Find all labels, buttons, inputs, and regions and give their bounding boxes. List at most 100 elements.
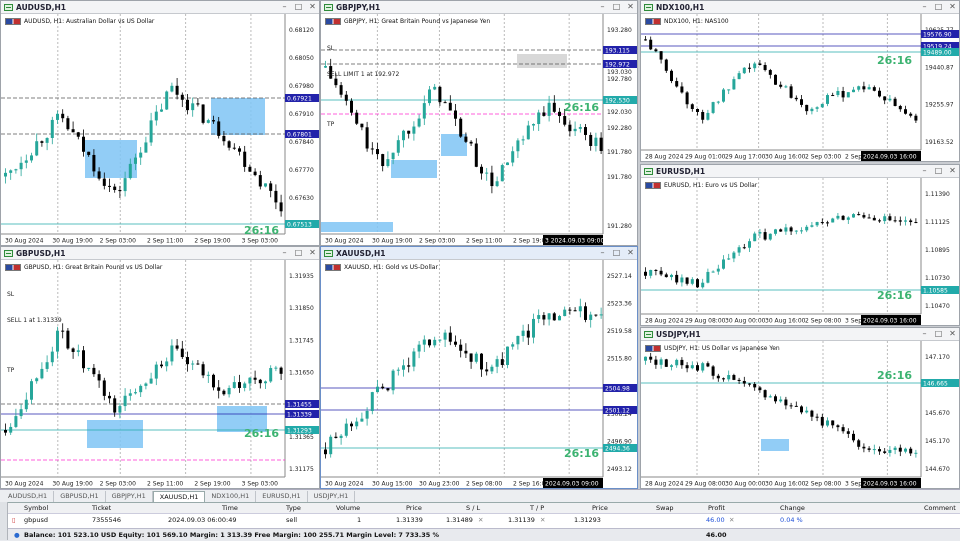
time-tick: 29 Aug 08:00 [685, 318, 726, 325]
chart-window-gbpjpy[interactable]: GBPJPY,H1 – □ ✕ 193.280 192.780 192.280 191.7… [320, 0, 638, 246]
close-icon[interactable]: ✕ [948, 329, 957, 339]
chart-tab[interactable]: USDJPY,H1 [308, 491, 356, 502]
candle-body [794, 230, 798, 232]
chart-plot[interactable]: 193.280 192.780 192.280 191.780 191.280 193.1… [321, 14, 637, 245]
candle-body [279, 202, 283, 212]
chart-plot[interactable]: 19625.7719440.8719255.9719163.5219576.90… [641, 14, 959, 161]
titlebar[interactable]: GBPJPY,H1 – □ ✕ [321, 1, 637, 14]
candle-body [386, 388, 390, 391]
chart-window-xauusd[interactable]: XAUUSD,H1 – □ ✕ 2527.14 2523.36 2519.58 2515.… [320, 246, 638, 489]
titlebar[interactable]: NDX100,H1 – □ ✕ [641, 1, 959, 14]
chart-window-usdjpy[interactable]: USDJPY,H1 –□✕ 147.170146.170145.670145.1… [640, 327, 960, 489]
titlebar[interactable]: GBPUSD,H1 – □ ✕ [1, 247, 319, 260]
candle-body [711, 271, 715, 273]
titlebar[interactable]: XAUUSD,H1 – □ ✕ [321, 247, 637, 260]
column-header[interactable]: Swap [656, 503, 674, 514]
chart-icon [644, 330, 653, 338]
minimize-icon[interactable]: – [920, 329, 929, 339]
minimize-icon[interactable]: – [280, 248, 289, 258]
candle-body [758, 387, 762, 391]
table-row[interactable]: ▯ gbpusd 7355546 2024.09.03 06:00:49 sel… [0, 515, 960, 526]
minimize-icon[interactable]: – [280, 2, 289, 12]
column-header[interactable]: Symbol [24, 503, 48, 514]
maximize-icon[interactable]: □ [934, 2, 943, 12]
candle-body [904, 448, 907, 452]
column-header[interactable]: Price [592, 503, 608, 514]
price-tick: 1.31745 [289, 337, 314, 344]
chart-tab[interactable]: GBPJPY,H1 [106, 491, 153, 502]
candle-body [448, 332, 452, 342]
minimize-icon[interactable]: – [598, 2, 607, 12]
price-tick: 0.67840 [289, 139, 314, 146]
chart-window-gbpusd[interactable]: GBPUSD,H1 – □ ✕ 1.31935 1.31850 1.31745 1.316… [0, 246, 320, 489]
column-header[interactable]: Type [286, 503, 301, 514]
remove-tp-icon[interactable]: ✕ [540, 515, 545, 526]
column-header[interactable]: Change [780, 503, 805, 514]
candle-body [232, 147, 236, 149]
titlebar[interactable]: USDJPY,H1 – □ ✕ [641, 328, 959, 341]
candle-body [846, 217, 850, 220]
close-icon[interactable]: ✕ [948, 166, 957, 176]
remove-sl-icon[interactable]: ✕ [478, 515, 483, 526]
close-icon[interactable]: ✕ [626, 248, 635, 258]
column-header[interactable]: Comment [924, 503, 956, 514]
close-icon[interactable]: ✕ [948, 2, 957, 12]
maximize-icon[interactable]: □ [294, 2, 303, 12]
chart-tab[interactable]: XAUUSD,H1 [152, 491, 206, 502]
close-icon[interactable]: ✕ [308, 2, 317, 12]
titlebar[interactable]: AUDUSD,H1 – □ ✕ [1, 1, 319, 14]
close-icon[interactable]: ✕ [308, 248, 317, 258]
candle-body [526, 125, 530, 140]
column-header[interactable]: Profit [708, 503, 725, 514]
chart-window-ndx100[interactable]: NDX100,H1 –□✕ 19625.7719440.8719255.9719… [640, 0, 960, 162]
trade-label: TP [6, 367, 15, 374]
column-header[interactable]: T / P [530, 503, 544, 514]
close-position-icon[interactable]: ▯ [12, 515, 16, 526]
chart-legend: GBPUSD, H1: Great Britain Pound vs US Do… [24, 264, 163, 271]
maximize-icon[interactable]: □ [612, 2, 621, 12]
maximize-icon[interactable]: □ [294, 248, 303, 258]
candle-body [727, 375, 731, 380]
zone-box [87, 420, 143, 448]
close-icon[interactable]: ✕ [626, 2, 635, 12]
titlebar[interactable]: EURUSD,H1 – □ ✕ [641, 165, 959, 178]
minimize-icon[interactable]: – [920, 2, 929, 12]
column-header[interactable]: Price [406, 503, 422, 514]
chart-tab[interactable]: AUDUSD,H1 [2, 491, 55, 502]
chart-window-audusd[interactable]: AUDUSD,H1 – □ ✕ 0.68120 0.68050 0.67980 0.679… [0, 0, 320, 246]
candle-body [443, 332, 447, 340]
candle-body [599, 137, 603, 151]
candle-body [438, 339, 442, 341]
candle-body [659, 270, 663, 275]
candle-body [196, 103, 200, 105]
maximize-icon[interactable]: □ [934, 329, 943, 339]
chart-plot[interactable]: 147.170146.170145.670145.170144.670146.6… [641, 341, 959, 488]
maximize-icon[interactable]: □ [612, 248, 621, 258]
toolbox-side-handle[interactable] [0, 502, 8, 540]
candle-body [474, 353, 478, 362]
chart-plot[interactable]: 0.68120 0.68050 0.67980 0.67910 0.67840 0.677… [1, 14, 319, 245]
chart-window-eurusd[interactable]: EURUSD,H1 – □ ✕ 1.11390 1.11125 1.10895 1.107… [640, 164, 960, 326]
candle-body [732, 79, 736, 90]
chart-tab[interactable]: NDX100,H1 [205, 491, 257, 502]
column-header[interactable]: Ticket [92, 503, 111, 514]
price-tick: 19163.52 [925, 139, 954, 146]
minimize-icon[interactable]: – [598, 248, 607, 258]
chart-plot[interactable]: 1.319351.318501.317451.316501.315551.313… [1, 260, 319, 488]
column-header[interactable]: Time [222, 503, 238, 514]
close-icon[interactable]: ✕ [729, 515, 734, 526]
chart-tab[interactable]: GBPUSD,H1 [54, 491, 106, 502]
time-tick: 28 Aug 2024 [645, 154, 684, 161]
column-header[interactable]: Volume [336, 503, 360, 514]
candle-body [722, 259, 725, 269]
candle-body [732, 375, 736, 380]
maximize-icon[interactable]: □ [934, 166, 943, 176]
candle-body [344, 423, 348, 436]
minimize-icon[interactable]: – [920, 166, 929, 176]
chart-tab[interactable]: EURUSD,H1 [256, 491, 308, 502]
price-tick: 1.11125 [925, 219, 950, 226]
chart-plot[interactable]: 1.11390 1.11125 1.10895 1.10730 1.10470 1.105… [641, 178, 959, 325]
column-header[interactable]: S / L [466, 503, 480, 514]
candle-body [898, 220, 902, 222]
candle-body [19, 162, 23, 170]
